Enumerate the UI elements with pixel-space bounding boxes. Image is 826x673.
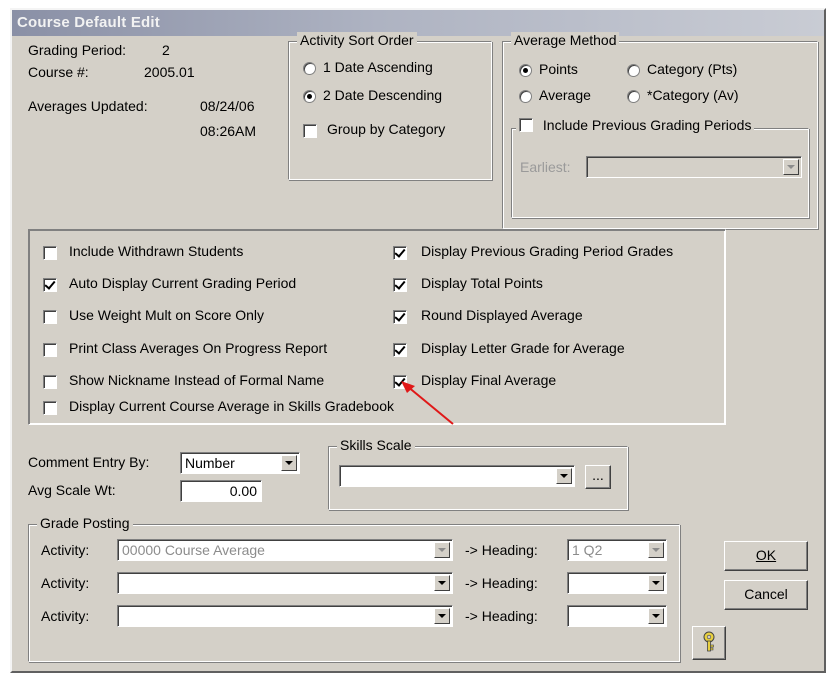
activity-label-3: Activity:: [41, 608, 90, 624]
earliest-label: Earliest:: [520, 159, 571, 175]
display-previous-checkbox[interactable]: [393, 246, 407, 260]
skills-scale-chevron-down-icon[interactable]: [556, 468, 572, 484]
ok-button-label: OK: [755, 547, 777, 563]
avg-scale-input[interactable]: 0.00: [180, 480, 262, 502]
group-by-category-checkbox[interactable]: [303, 124, 317, 138]
include-previous-label[interactable]: Include Previous Grading Periods: [543, 117, 752, 133]
comment-entry-select[interactable]: Number: [180, 452, 300, 474]
window-title: Course Default Edit: [12, 10, 824, 36]
heading-label-3: -> Heading:: [465, 608, 538, 624]
auto-display-checkbox[interactable]: [43, 278, 57, 292]
average-method-average-radio[interactable]: [519, 90, 532, 103]
averages-updated-date: 08/24/06: [200, 98, 255, 114]
print-class-averages-label[interactable]: Print Class Averages On Progress Report: [69, 340, 327, 356]
display-letter-checkbox[interactable]: [393, 343, 407, 357]
activity-select-2[interactable]: [117, 572, 453, 594]
course-default-edit-dialog: Course Default Edit Grading Period: 2 Co…: [10, 8, 826, 673]
comment-entry-value: Number: [185, 455, 235, 471]
activity-select-3[interactable]: [117, 605, 453, 627]
activity-select-1[interactable]: 00000 Course Average: [117, 539, 453, 561]
heading-select-3[interactable]: [567, 605, 667, 627]
skills-scale-title: Skills Scale: [337, 437, 415, 453]
red-arrow-annotation-icon: [401, 381, 454, 425]
activity-2-chevron-down-icon[interactable]: [434, 575, 450, 591]
use-weight-checkbox[interactable]: [43, 310, 57, 324]
activity-sort-order-title: Activity Sort Order: [297, 32, 417, 48]
average-method-category-pts-label[interactable]: Category (Pts): [647, 61, 737, 77]
display-total-label[interactable]: Display Total Points: [421, 275, 543, 291]
grade-posting-group: Grade Posting Activity: 00000 Course Ave…: [28, 515, 680, 662]
include-previous-checkbox[interactable]: [519, 118, 533, 133]
grading-period-value: 2: [162, 42, 170, 58]
round-displayed-checkbox[interactable]: [393, 310, 407, 324]
course-number-value: 2005.01: [144, 64, 195, 80]
display-previous-label[interactable]: Display Previous Grading Period Grades: [421, 243, 673, 259]
include-withdrawn-label[interactable]: Include Withdrawn Students: [69, 243, 243, 259]
use-weight-label[interactable]: Use Weight Mult on Score Only: [69, 307, 264, 323]
averages-updated-label: Averages Updated:: [28, 98, 148, 114]
ok-button[interactable]: OK: [724, 541, 808, 571]
cancel-button[interactable]: Cancel: [724, 580, 808, 610]
average-method-points-label[interactable]: Points: [539, 61, 578, 77]
show-nickname-checkbox[interactable]: [43, 375, 57, 389]
skills-scale-group: Skills Scale ...: [328, 437, 628, 510]
help-button[interactable]: [692, 626, 726, 660]
include-withdrawn-checkbox[interactable]: [43, 246, 57, 260]
heading-1-chevron-down-icon[interactable]: [648, 542, 664, 558]
comment-entry-chevron-down-icon[interactable]: [281, 455, 297, 471]
display-letter-label[interactable]: Display Letter Grade for Average: [421, 340, 625, 356]
activity-label-2: Activity:: [41, 575, 90, 591]
sort-date-ascending-label[interactable]: 1 Date Ascending: [323, 59, 433, 75]
average-method-category-pts-radio[interactable]: [627, 64, 640, 77]
include-previous-title: Include Previous Grading Periods: [516, 117, 755, 134]
skills-scale-select[interactable]: [339, 465, 575, 487]
display-current-course-label[interactable]: Display Current Course Average in Skills…: [69, 398, 394, 414]
average-method-title: Average Method: [511, 32, 620, 48]
activity-label-1: Activity:: [41, 542, 90, 558]
activity-3-chevron-down-icon[interactable]: [434, 608, 450, 624]
average-method-group: Average Method Points Category (Pts) Ave…: [502, 32, 818, 229]
heading-select-2[interactable]: [567, 572, 667, 594]
heading-3-chevron-down-icon[interactable]: [648, 608, 664, 624]
display-total-checkbox[interactable]: [393, 278, 407, 292]
key-icon: [703, 631, 715, 652]
sort-date-descending-radio[interactable]: [303, 90, 316, 103]
average-method-points-radio[interactable]: [519, 64, 532, 77]
average-method-category-av-label[interactable]: *Category (Av): [647, 87, 739, 103]
sort-date-ascending-radio[interactable]: [303, 62, 316, 75]
options-panel: Include Withdrawn Students Auto Display …: [28, 229, 726, 425]
activity-1-chevron-down-icon[interactable]: [434, 542, 450, 558]
group-by-category-label[interactable]: Group by Category: [327, 121, 445, 137]
activity-sort-order-group: Activity Sort Order 1 Date Ascending 2 D…: [288, 32, 492, 180]
grading-period-label: Grading Period:: [28, 42, 127, 58]
activity-value-1: 00000 Course Average: [122, 542, 265, 558]
display-current-course-checkbox[interactable]: [43, 401, 57, 415]
sort-date-descending-label[interactable]: 2 Date Descending: [323, 87, 442, 103]
heading-label-2: -> Heading:: [465, 575, 538, 591]
show-nickname-label[interactable]: Show Nickname Instead of Formal Name: [69, 372, 324, 388]
course-number-label: Course #:: [28, 64, 89, 80]
heading-value-1: 1 Q2: [572, 542, 603, 558]
heading-label-1: -> Heading:: [465, 542, 538, 558]
earliest-select[interactable]: [586, 156, 802, 178]
average-method-average-label[interactable]: Average: [539, 87, 591, 103]
average-method-category-av-radio[interactable]: [627, 90, 640, 103]
skills-scale-browse-button[interactable]: ...: [585, 465, 611, 489]
include-previous-group: Include Previous Grading Periods Earlies…: [511, 117, 809, 218]
grade-posting-title: Grade Posting: [37, 515, 133, 531]
heading-2-chevron-down-icon[interactable]: [648, 575, 664, 591]
comment-entry-label: Comment Entry By:: [28, 454, 150, 470]
print-class-averages-checkbox[interactable]: [43, 343, 57, 357]
round-displayed-label[interactable]: Round Displayed Average: [421, 307, 583, 323]
heading-select-1[interactable]: 1 Q2: [567, 539, 667, 561]
averages-updated-time: 08:26AM: [200, 123, 257, 139]
avg-scale-label: Avg Scale Wt:: [28, 482, 116, 498]
earliest-dropdown-chevron-icon[interactable]: [783, 159, 799, 175]
auto-display-label[interactable]: Auto Display Current Grading Period: [69, 275, 296, 291]
